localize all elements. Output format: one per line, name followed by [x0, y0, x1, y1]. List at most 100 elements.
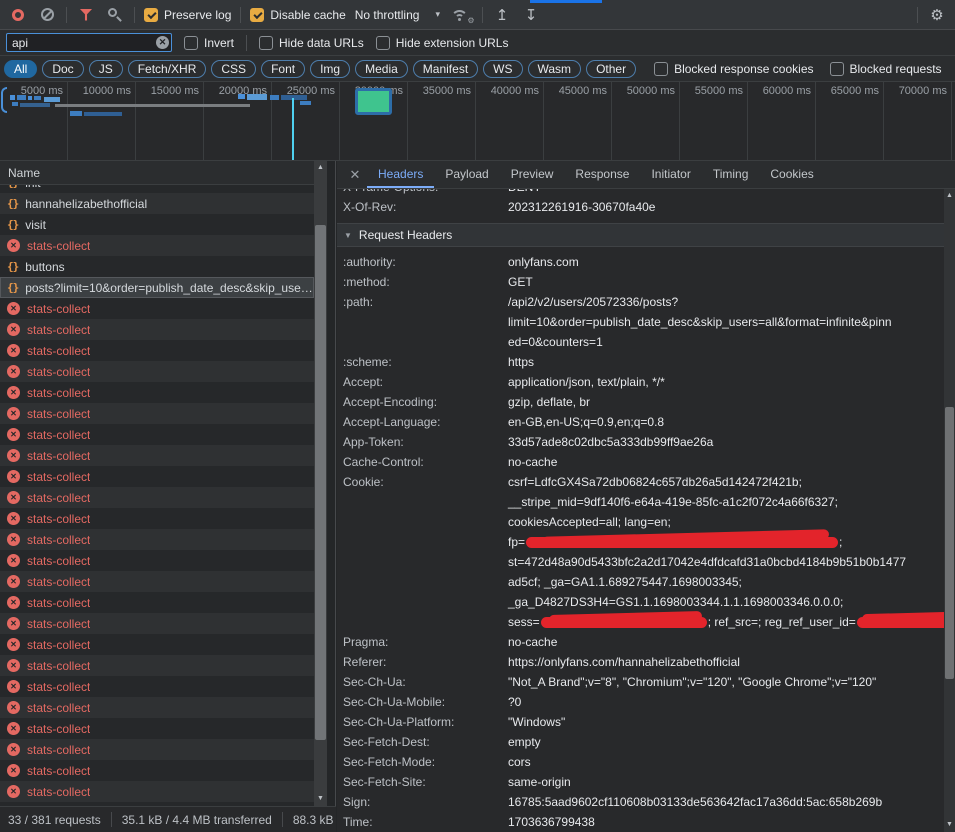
request-row-stats-collect[interactable]: ✕stats-collect — [0, 781, 314, 802]
header-row-app-token: App-Token:33d57ade8c02dbc5a333db99ff9ae2… — [337, 432, 944, 452]
request-row-stats-collect[interactable]: ✕stats-collect — [0, 382, 314, 403]
json-request-icon: {} — [7, 197, 18, 210]
invert-label: Invert — [204, 36, 234, 50]
hide-data-urls-checkbox[interactable]: Hide data URLs — [259, 36, 364, 50]
scrollbar-thumb[interactable] — [945, 407, 954, 679]
tab-timing[interactable]: Timing — [702, 161, 760, 188]
request-headers-list: :authority:onlyfans.com:method:GET:path:… — [337, 247, 944, 832]
redacted-value — [526, 537, 838, 548]
preserve-log-checkbox[interactable]: Preserve log — [144, 8, 231, 22]
filter-pill-other[interactable]: Other — [586, 60, 636, 78]
request-name: hannahelizabethofficial — [25, 197, 147, 211]
blocked-requests-checkbox[interactable]: Blocked requests — [830, 62, 942, 76]
request-name: stats-collect — [27, 701, 90, 715]
request-row-stats-collect[interactable]: ✕stats-collect — [0, 529, 314, 550]
request-name: buttons — [25, 260, 64, 274]
filter-pill-img[interactable]: Img — [310, 60, 350, 78]
tab-preview[interactable]: Preview — [500, 161, 565, 188]
request-row-hannahelizabethofficial[interactable]: {} hannahelizabethofficial — [0, 193, 314, 214]
request-row-stats-collect[interactable]: ✕stats-collect — [0, 634, 314, 655]
import-har-button[interactable]: ↥ — [492, 5, 512, 25]
filter-pill-media[interactable]: Media — [355, 60, 408, 78]
filter-pill-manifest[interactable]: Manifest — [413, 60, 478, 78]
search-button[interactable] — [105, 5, 125, 25]
header-row-accept: Accept:application/json, text/plain, */* — [337, 372, 944, 392]
filter-toggle-button[interactable] — [76, 5, 96, 25]
filter-input[interactable] — [6, 33, 172, 52]
request-row-stats-collect[interactable]: ✕stats-collect — [0, 676, 314, 697]
filter-pill-js[interactable]: JS — [89, 60, 123, 78]
request-row-stats-collect[interactable]: ✕stats-collect — [0, 445, 314, 466]
request-row-stats-collect[interactable]: ✕stats-collect — [0, 361, 314, 382]
request-row-stats-collect[interactable]: ✕stats-collect — [0, 298, 314, 319]
request-row-stats-collect[interactable]: ✕stats-collect — [0, 550, 314, 571]
filter-pill-css[interactable]: CSS — [211, 60, 256, 78]
request-row-posts-limit-10-order-publish-d[interactable]: {}posts?limit=10&order=publish_date_desc… — [0, 277, 314, 298]
tab-response[interactable]: Response — [564, 161, 640, 188]
request-row-visit[interactable]: {}visit — [0, 214, 314, 235]
request-name: stats-collect — [27, 743, 90, 757]
advanced-filters: Blocked response cookies Blocked requests… — [654, 62, 955, 76]
scrollbar-thumb[interactable] — [315, 225, 326, 740]
export-har-button[interactable]: ↧ — [521, 5, 541, 25]
scroll-down-icon[interactable]: ▼ — [314, 794, 327, 804]
header-name: Sec-Fetch-Site: — [343, 772, 508, 792]
filter-pill-wasm[interactable]: Wasm — [528, 60, 582, 78]
header-value-line: 33d57ade8c02dbc5a333db99ff9ae26a — [508, 432, 713, 452]
request-row-stats-collect[interactable]: ✕stats-collect — [0, 592, 314, 613]
toolbar-divider — [240, 7, 241, 23]
filter-pill-ws[interactable]: WS — [483, 60, 522, 78]
blocked-response-cookies-checkbox[interactable]: Blocked response cookies — [654, 62, 813, 76]
headers-scrollbar[interactable]: ▲ ▼ — [944, 189, 955, 832]
clear-button[interactable] — [37, 5, 57, 25]
tab-initiator[interactable]: Initiator — [640, 161, 701, 188]
collapse-triangle-icon: ▼ — [344, 231, 352, 240]
request-row-stats-collect[interactable]: ✕stats-collect — [0, 487, 314, 508]
request-row-stats-collect[interactable]: ✕stats-collect — [0, 655, 314, 676]
request-headers-section-header[interactable]: ▼ Request Headers — [337, 223, 944, 247]
request-row-stats-collect[interactable]: ✕stats-collect — [0, 718, 314, 739]
header-row-cache-control: Cache-Control:no-cache — [337, 452, 944, 472]
throttling-select[interactable]: No throttling ▾ — [355, 8, 440, 22]
request-row-buttons[interactable]: {}buttons — [0, 256, 314, 277]
filter-input-wrap: ✕ — [6, 33, 172, 52]
request-row-stats-collect[interactable]: ✕stats-collect — [0, 340, 314, 361]
settings-gear-icon[interactable]: ⚙ — [927, 5, 947, 25]
request-row-init[interactable]: {}init — [0, 185, 314, 193]
close-details-button[interactable]: ✕ — [343, 167, 367, 183]
clear-filter-icon[interactable]: ✕ — [156, 36, 169, 49]
request-list-scrollbar[interactable]: ▲ ▼ — [314, 161, 327, 806]
hide-extension-urls-checkbox[interactable]: Hide extension URLs — [376, 36, 509, 50]
header-row-sec-fetch-site: Sec-Fetch-Site:same-origin — [337, 772, 944, 792]
tab-headers[interactable]: Headers — [367, 161, 434, 188]
filter-pill-font[interactable]: Font — [261, 60, 305, 78]
filter-pill-doc[interactable]: Doc — [42, 60, 83, 78]
scroll-down-icon[interactable]: ▼ — [944, 820, 955, 830]
column-header-name[interactable]: Name — [0, 161, 314, 185]
tab-cookies[interactable]: Cookies — [759, 161, 824, 188]
invert-checkbox[interactable]: Invert — [184, 36, 234, 50]
request-row-stats-collect[interactable]: ✕stats-collect — [0, 613, 314, 634]
request-row-stats-collect[interactable]: ✕stats-collect — [0, 739, 314, 760]
request-row-stats-collect[interactable]: ✕stats-collect — [0, 697, 314, 718]
scroll-up-icon[interactable]: ▲ — [944, 191, 955, 201]
request-row-stats-collect[interactable]: ✕stats-collect — [0, 403, 314, 424]
request-row-stats-collect[interactable]: ✕stats-collect — [0, 235, 314, 256]
record-button[interactable] — [8, 5, 28, 25]
request-row-stats-collect[interactable]: ✕stats-collect — [0, 319, 314, 340]
request-row-stats-collect[interactable]: ✕stats-collect — [0, 571, 314, 592]
request-row-stats-collect[interactable]: ✕stats-collect — [0, 760, 314, 781]
scroll-up-icon[interactable]: ▲ — [314, 163, 327, 173]
request-row-stats-collect[interactable]: ✕stats-collect — [0, 508, 314, 529]
tab-payload[interactable]: Payload — [434, 161, 499, 188]
blocked-request-icon: ✕ — [7, 575, 20, 588]
request-row-stats-collect[interactable]: ✕stats-collect — [0, 424, 314, 445]
blocked-request-icon: ✕ — [7, 386, 20, 399]
overview-timeline[interactable]: 5000 ms10000 ms15000 ms20000 ms25000 ms3… — [0, 82, 955, 161]
filter-pill-fetch-xhr[interactable]: Fetch/XHR — [128, 60, 207, 78]
request-row-stats-collect[interactable]: ✕stats-collect — [0, 466, 314, 487]
network-conditions-button[interactable]: ⚙ — [449, 5, 473, 25]
filter-pill-all[interactable]: All — [4, 60, 37, 78]
disable-cache-checkbox[interactable]: Disable cache — [250, 8, 345, 22]
type-filter-row: All Doc JS Fetch/XHRCSS Font Img Media Manifest… — [0, 56, 955, 82]
